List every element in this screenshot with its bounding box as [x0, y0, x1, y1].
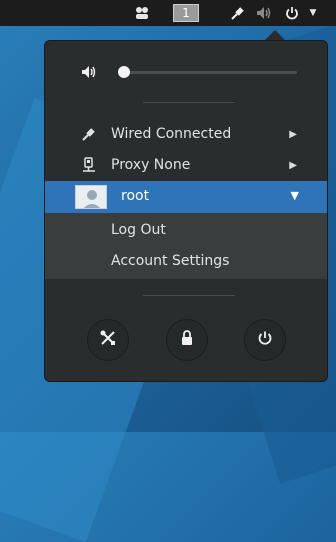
workspace-indicator[interactable]: 1: [173, 4, 199, 22]
proxy-icon: [81, 157, 97, 173]
power-icon: [257, 330, 273, 350]
settings-tools-icon: [99, 329, 117, 351]
proxy-label: Proxy None: [111, 157, 191, 173]
proxy-item[interactable]: Proxy None ▶: [45, 150, 327, 180]
user-item[interactable]: root ▼: [45, 181, 327, 213]
wired-connection-item[interactable]: Wired Connected ▶: [45, 119, 327, 149]
avatar: [75, 185, 107, 209]
system-menu: Wired Connected ▶ Proxy None ▶ root ▼ Lo…: [44, 40, 328, 382]
power-off-button[interactable]: [244, 319, 286, 361]
wired-connection-label: Wired Connected: [111, 126, 232, 142]
logout-item[interactable]: Log Out: [111, 222, 166, 238]
separator: [143, 102, 235, 103]
power-icon[interactable]: [282, 0, 302, 26]
network-wired-icon: [81, 126, 97, 142]
lock-button[interactable]: [166, 319, 208, 361]
user-name: root: [121, 188, 150, 204]
chevron-down-icon[interactable]: ▼: [306, 0, 320, 26]
lock-icon: [180, 330, 194, 350]
volume-row: [45, 61, 327, 83]
chevron-down-icon: ▼: [290, 189, 299, 202]
settings-button[interactable]: [87, 319, 129, 361]
volume-icon: [81, 64, 97, 83]
top-bar: 1 ▼: [0, 0, 336, 26]
chevron-right-icon: ▶: [289, 128, 297, 140]
people-icon[interactable]: [132, 0, 152, 26]
network-wired-icon[interactable]: [228, 0, 246, 26]
chevron-right-icon: ▶: [289, 159, 297, 171]
separator: [143, 295, 235, 296]
volume-slider[interactable]: [118, 66, 297, 78]
volume-slider-handle[interactable]: [118, 66, 130, 78]
account-settings-item[interactable]: Account Settings: [111, 253, 229, 269]
volume-icon[interactable]: [254, 0, 274, 26]
user-submenu: Log Out Account Settings: [45, 213, 327, 279]
